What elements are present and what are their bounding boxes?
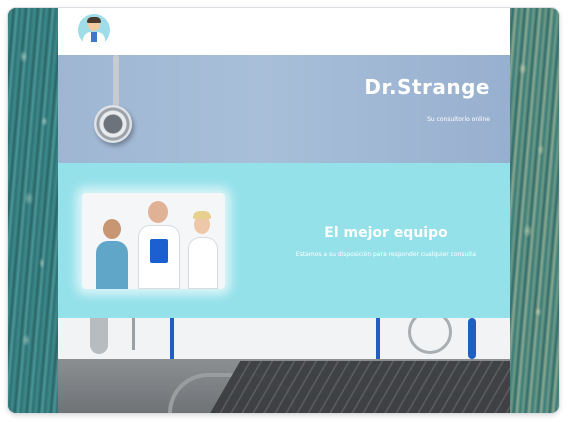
site-title: Dr.Strange bbox=[364, 75, 490, 99]
logo-hair bbox=[87, 17, 101, 23]
stethoscope-icon bbox=[408, 318, 452, 354]
tool-icon bbox=[170, 318, 174, 359]
stethoscope-tube bbox=[113, 55, 119, 109]
medical-tools-strip bbox=[58, 318, 510, 359]
doctor-figure-right bbox=[186, 209, 218, 289]
team-title: El mejor equipo bbox=[324, 225, 448, 241]
tool-icon bbox=[132, 318, 135, 350]
web-page[interactable]: Dr.Strange Su consultorio online El mejo… bbox=[58, 8, 510, 413]
navbar bbox=[58, 8, 510, 55]
site-tagline: Su consultorio online bbox=[427, 116, 490, 123]
team-description: Estamos a su disposición para responder … bbox=[295, 251, 477, 258]
figure-body bbox=[96, 241, 128, 289]
stethoscope-icon bbox=[94, 105, 132, 143]
screenshot-frame: Dr.Strange Su consultorio online El mejo… bbox=[8, 8, 559, 413]
doctor-figure-center bbox=[136, 197, 180, 289]
tool-icon bbox=[90, 318, 108, 354]
figure-head bbox=[148, 201, 168, 223]
keyboard-photo-section bbox=[58, 359, 510, 413]
team-section: El mejor equipo Estamos a su disposición… bbox=[58, 163, 510, 318]
keyboard-shape bbox=[205, 361, 510, 413]
hero-banner: Dr.Strange Su consultorio online bbox=[58, 55, 510, 163]
figure-hair bbox=[193, 211, 211, 219]
tool-icon bbox=[376, 318, 380, 359]
figure-head bbox=[103, 219, 121, 239]
logo-shirt bbox=[91, 32, 97, 42]
figure-body bbox=[188, 237, 218, 289]
clipboard-icon bbox=[150, 239, 168, 263]
right-texture-panel bbox=[507, 8, 559, 413]
left-texture-panel bbox=[8, 8, 60, 413]
doctor-avatar-icon[interactable] bbox=[78, 14, 110, 46]
team-photo bbox=[82, 193, 225, 289]
tool-icon bbox=[468, 318, 476, 359]
doctor-figure-left bbox=[94, 213, 130, 289]
